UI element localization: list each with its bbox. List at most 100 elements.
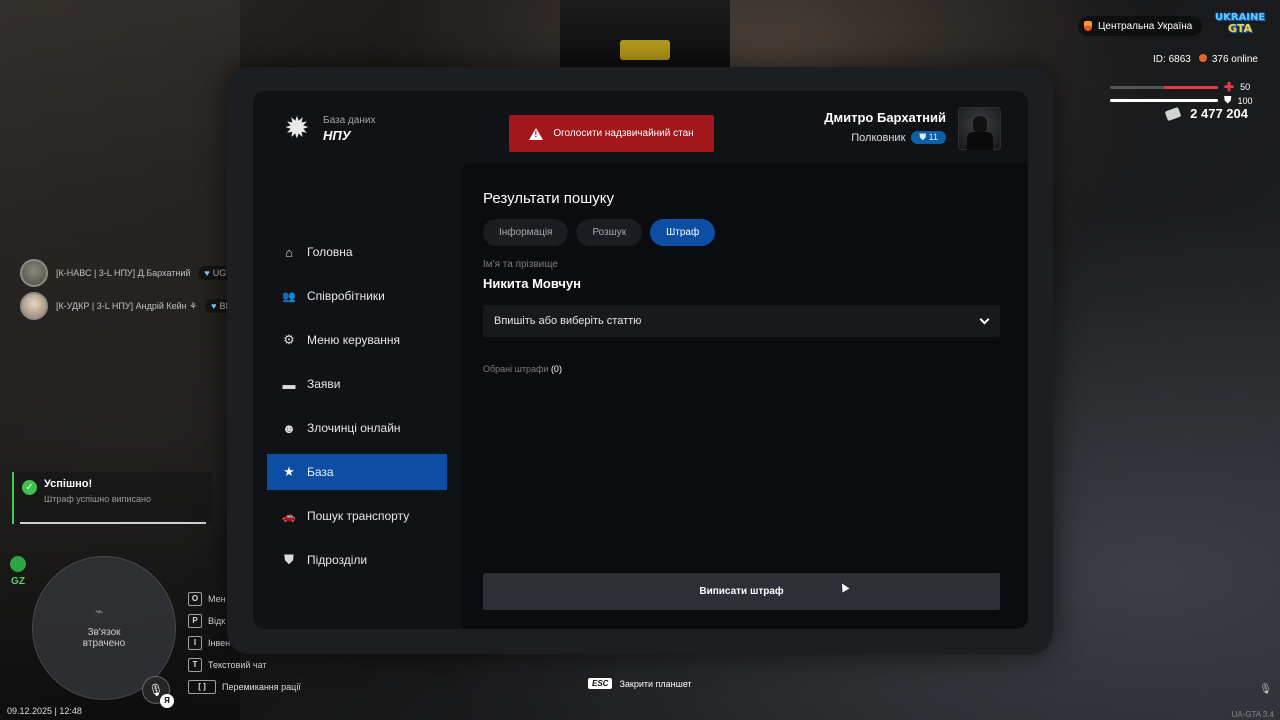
- sidebar-item-label: Підрозділи: [307, 553, 368, 567]
- sidebar-item-label: Злочинці онлайн: [307, 421, 401, 435]
- hotkey-key: T: [188, 658, 202, 672]
- money-display: 2 477 204: [1164, 106, 1248, 121]
- health-value: 50: [1240, 82, 1251, 92]
- check-icon: ✓: [22, 480, 37, 495]
- hotkey-label: Відк: [208, 616, 226, 626]
- tab-information[interactable]: Інформація: [483, 219, 569, 246]
- minimap-status: Зв'язок втрачено: [82, 627, 126, 649]
- tab-wanted[interactable]: Розшук: [576, 219, 643, 246]
- badge-shield-icon: ⛊: [919, 132, 929, 142]
- sidebar-item-label: Співробітники: [307, 289, 385, 303]
- hotkey-label: Текстовий чат: [208, 660, 267, 670]
- health-bar: [1110, 85, 1218, 89]
- article-select[interactable]: Впишіть або виберіть статтю: [483, 305, 1000, 337]
- warning-icon: [529, 127, 544, 140]
- online-label: 376 online: [1211, 54, 1258, 65]
- content-area: Результати пошуку Інформація Розшук Штра…: [461, 163, 1028, 629]
- folder-icon: ▬: [282, 376, 296, 392]
- sidebar-item-label: Меню керування: [307, 333, 401, 347]
- armor-row: ⛊ 100: [1110, 95, 1253, 106]
- money-icon: [1164, 106, 1182, 121]
- sidebar-item-divisions[interactable]: ⛊ Підрозділи: [267, 542, 447, 578]
- sidebar-item-label: Заяви: [307, 377, 341, 391]
- close-tablet-label: Закрити планшет: [619, 678, 692, 689]
- emergency-button[interactable]: Оголосити надзвичайний стан: [509, 115, 714, 152]
- health-row: ✚ 50: [1110, 80, 1250, 94]
- online-count: 376 online: [1198, 54, 1258, 65]
- emergency-button-label: Оголосити надзвичайний стан: [553, 128, 694, 139]
- article-select-placeholder: Впишіть або виберіть статтю: [494, 315, 642, 327]
- player-avatar: [20, 292, 48, 320]
- sidebar-item-database[interactable]: ★ База: [267, 454, 447, 490]
- sidebar-item-employees[interactable]: 👥 Співробітники: [267, 278, 447, 314]
- user-name: Дмитро Бархатний: [824, 110, 946, 125]
- green-zone-icon: [10, 556, 26, 572]
- esc-key: ESC: [588, 678, 613, 689]
- armor-icon: ⛊: [1224, 95, 1232, 106]
- player-entry: [К-УДКР | 3-L НПУ] Андрій Кейн ⚘ ♥BMW: [20, 292, 248, 320]
- success-notification: ✓ Успішно! Штраф успішно виписано: [12, 472, 212, 524]
- player-avatar: [20, 259, 48, 287]
- region-badge: Центральна Україна: [1078, 16, 1203, 36]
- sidebar-item-vehicle-search[interactable]: 🚗 Пошук транспорту: [267, 498, 447, 534]
- hotkey-item: [ ] Перемикання рації: [188, 676, 301, 698]
- gear-icon: ⚙: [283, 332, 295, 347]
- sidebar-item-home[interactable]: ⌂ Головна: [267, 234, 447, 270]
- hotkey-key: P: [188, 614, 202, 628]
- sidebar-item-applications[interactable]: ▬ Заяви: [267, 366, 447, 402]
- user-rank: Полковник: [851, 131, 906, 144]
- health-fill: [1164, 85, 1218, 89]
- chevron-down-icon: [979, 314, 990, 324]
- online-dot-icon: [1198, 54, 1207, 62]
- region-label: Центральна Україна: [1098, 20, 1193, 32]
- money-value: 2 477 204: [1190, 106, 1248, 121]
- tab-fine[interactable]: Штраф: [650, 219, 716, 246]
- player-entry: [К-НАВС | 3-L НПУ] Д.Бархатний ♥ UGTA: [20, 259, 244, 287]
- person-name: Никита Мовчун: [483, 276, 581, 291]
- zone-indicator: GZ: [8, 556, 28, 587]
- notification-progress: [20, 522, 206, 524]
- sidebar-item-label: Пошук транспорту: [307, 509, 410, 523]
- notification-text: Штраф успішно виписано: [44, 494, 151, 504]
- sidebar-item-label: Головна: [307, 245, 353, 259]
- user-level: 11: [928, 132, 938, 142]
- heart-icon: ♥: [204, 268, 210, 278]
- player-name: [К-УДКР | 3-L НПУ] Андрій Кейн ⚘: [56, 300, 198, 311]
- sidebar-menu: ⌂ Головна 👥 Співробітники ⚙ Меню керування …: [267, 234, 447, 586]
- logo-bottom: GTA: [1228, 22, 1252, 35]
- close-tablet-hint[interactable]: ESC Закрити планшет: [588, 678, 692, 689]
- brand-big: НПУ: [323, 128, 351, 143]
- health-icon: ✚: [1224, 80, 1235, 94]
- id-online-line: ID: 6863 376 online: [1153, 54, 1258, 65]
- selected-fines: Обрані штрафи (0): [483, 364, 562, 374]
- armor-bar: [1110, 99, 1218, 102]
- game-logo: UKRAINE GTA: [1212, 12, 1268, 38]
- player-name: [К-НАВС | 3-L НПУ] Д.Бархатний: [56, 268, 191, 278]
- page-title: Результати пошуку: [483, 190, 614, 207]
- sidebar-item-criminals[interactable]: ☻ Злочинці онлайн: [267, 410, 447, 446]
- tablet-screen: ✹ База даних НПУ Оголосити надзвичайний …: [253, 91, 1028, 629]
- shield-icon: ⛊: [284, 552, 294, 567]
- user-avatar: [958, 107, 1001, 150]
- users-icon: 👥: [282, 290, 296, 303]
- car-icon: 🚗: [282, 510, 296, 523]
- issue-fine-button[interactable]: Виписати штраф: [483, 573, 1000, 610]
- user-rank-row: Полковник ⛊ 11: [824, 131, 946, 144]
- game-version: UA-GTA 3.4: [1231, 710, 1274, 719]
- hotkey-key: [ ]: [188, 680, 216, 694]
- sidebar-item-control[interactable]: ⚙ Меню керування: [267, 322, 447, 358]
- selected-fines-count: (0): [550, 364, 562, 374]
- mask-icon: ☻: [282, 420, 296, 436]
- user-info: Дмитро Бархатний Полковник ⛊ 11: [824, 110, 946, 144]
- star-icon: ★: [283, 464, 295, 479]
- police-star-icon: ✹: [284, 112, 310, 145]
- zone-label: GZ: [11, 576, 25, 587]
- brand-small: База даних: [323, 115, 376, 126]
- hotkey-item: T Текстовий чат: [188, 654, 301, 676]
- hotkey-label: Мен: [208, 594, 226, 604]
- voice-icon: 🎙: [1259, 684, 1272, 695]
- selected-fines-label: Обрані штрафи: [483, 364, 549, 374]
- tab-bar: Інформація Розшук Штраф: [483, 219, 716, 246]
- hotkey-label: Перемикання рації: [222, 682, 301, 692]
- brand: ✹ База даних НПУ: [281, 113, 375, 145]
